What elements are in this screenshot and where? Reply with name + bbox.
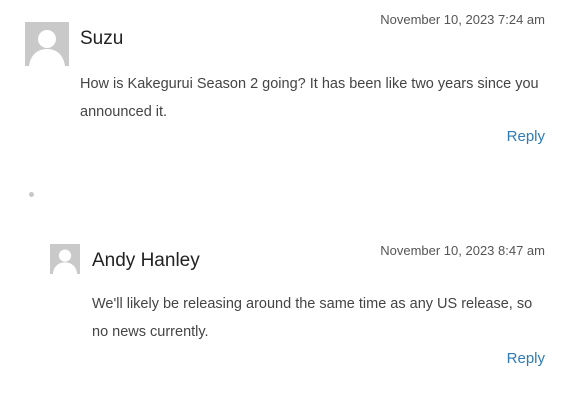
default-avatar-icon	[50, 244, 80, 274]
reply-button[interactable]: Reply	[507, 350, 545, 367]
comment: Suzu November 10, 2023 7:24 am How is Ka…	[0, 0, 587, 170]
comment-text: We'll likely be releasing around the sam…	[92, 296, 533, 340]
comment-author: Suzu	[80, 28, 124, 49]
comment-date: November 10, 2023 7:24 am	[380, 12, 545, 27]
thread-bullet	[29, 192, 34, 197]
comment-author: Andy Hanley	[92, 250, 200, 271]
comment-date: November 10, 2023 8:47 am	[380, 243, 545, 258]
default-avatar-icon	[25, 22, 69, 66]
comment-text: How is Kakegurui Season 2 going? It has …	[80, 76, 539, 120]
comment-reply: Andy Hanley November 10, 2023 8:47 am We…	[0, 230, 587, 400]
reply-button[interactable]: Reply	[507, 128, 545, 145]
